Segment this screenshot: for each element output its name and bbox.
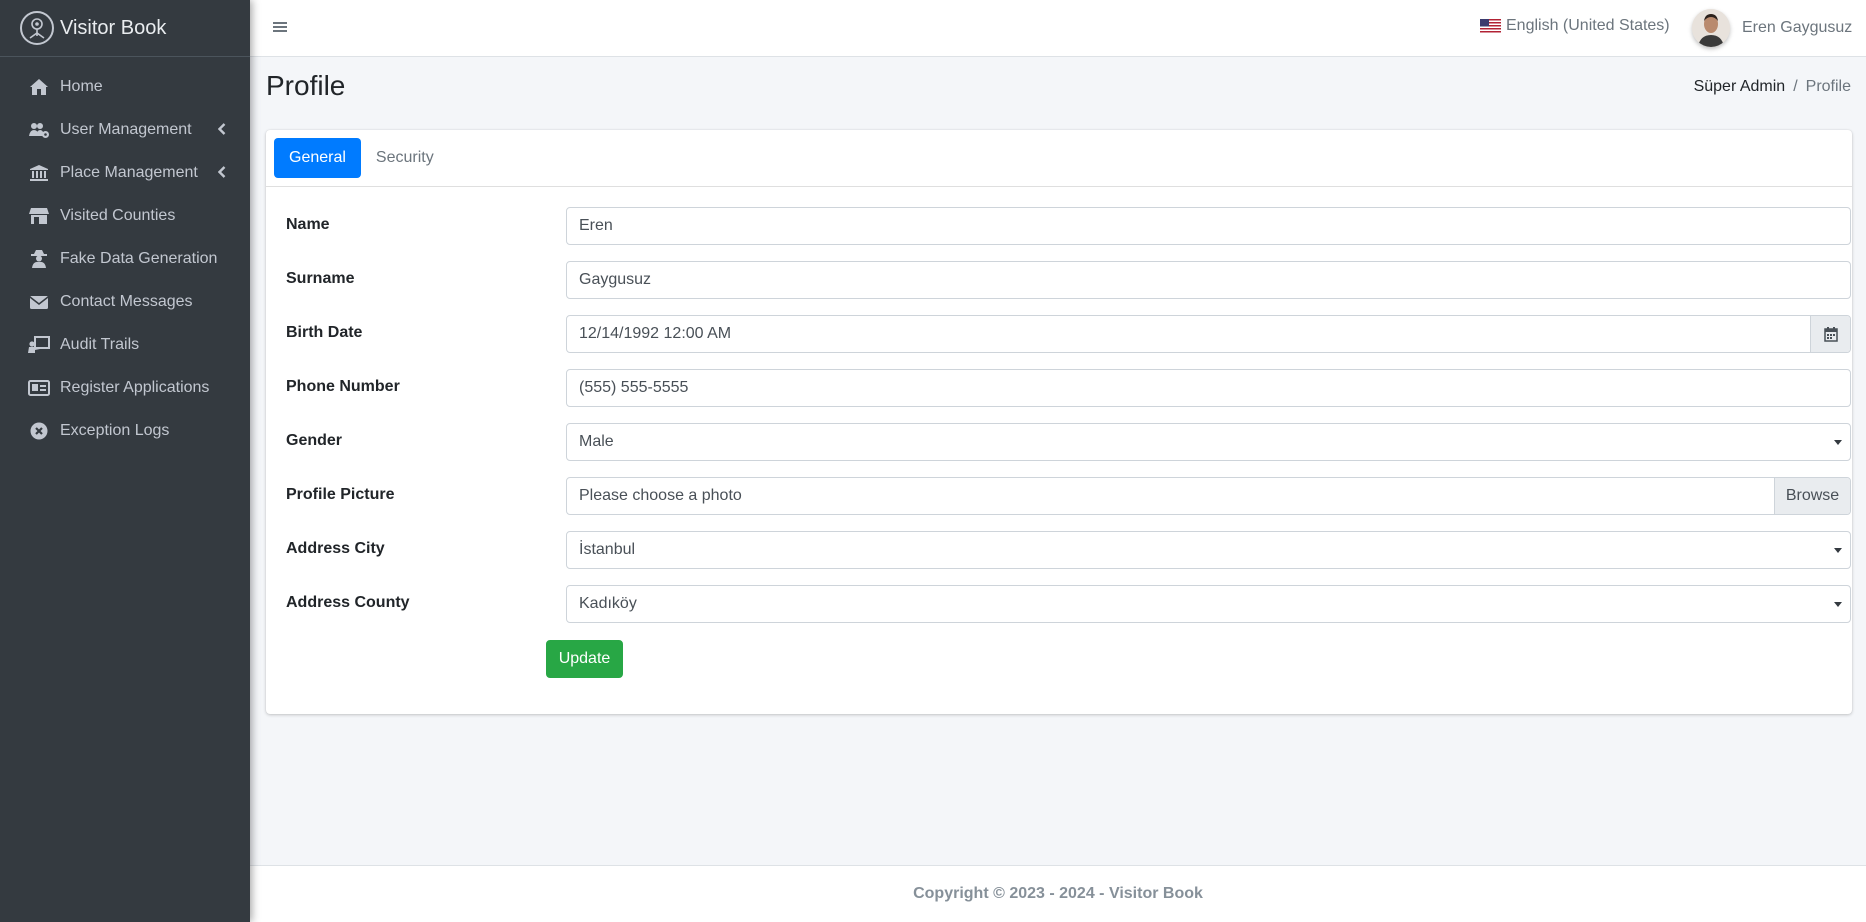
id-card-icon (28, 378, 50, 398)
chevron-left-icon (217, 165, 226, 183)
sidebar-nav: Home User Management Place Management Vi… (0, 57, 250, 452)
brand-name: Visitor Book (60, 16, 167, 39)
gender-row: Gender Male (286, 423, 1851, 461)
caret-down-icon (1834, 439, 1842, 445)
address-city-row: Address City İstanbul (286, 531, 1851, 569)
tab-security[interactable]: Security (361, 138, 449, 178)
name-input[interactable]: Eren (566, 207, 1851, 245)
sidebar-item-label: Audit Trails (60, 335, 140, 353)
brand-link[interactable]: Visitor Book (0, 0, 250, 57)
tab-general[interactable]: General (274, 138, 361, 178)
envelope-icon (28, 292, 50, 312)
gender-label: Gender (286, 432, 343, 449)
phone-row: Phone Number (555) 555-5555 (286, 369, 1851, 407)
sidebar-item-register-applications[interactable]: Register Applications (0, 366, 250, 409)
gender-value: Male (579, 433, 614, 450)
sidebar-item-audit-trails[interactable]: Audit Trails (0, 323, 250, 366)
name-row: Name Eren (286, 207, 1851, 245)
footer: Copyright © 2023 - 2024 - Visitor Book (250, 865, 1866, 922)
address-county-label: Address County (286, 594, 410, 611)
address-city-value: İstanbul (579, 541, 636, 558)
name-value: Eren (579, 217, 613, 234)
chevron-left-icon (217, 122, 226, 140)
caret-down-icon (1834, 547, 1842, 553)
users-cog-icon (28, 120, 50, 140)
profile-picture-placeholder: Please choose a photo (579, 487, 742, 504)
store-icon (28, 206, 50, 226)
browse-button[interactable]: Browse (1774, 478, 1850, 514)
sidebar-item-home[interactable]: Home (0, 65, 250, 108)
address-city-label: Address City (286, 540, 385, 557)
address-city-select[interactable]: İstanbul (566, 531, 1851, 569)
sidebar-item-user-management[interactable]: User Management (0, 108, 250, 151)
times-circle-icon (28, 421, 50, 441)
profile-picture-row: Profile Picture Please choose a photo Br… (286, 477, 1851, 515)
sidebar-item-label: Visited Counties (60, 206, 176, 224)
name-label: Name (286, 216, 330, 233)
sidebar-item-fake-data-generation[interactable]: Fake Data Generation (0, 237, 250, 280)
address-county-select[interactable]: Kadıköy (566, 585, 1851, 623)
breadcrumb-separator: / (1793, 78, 1798, 95)
breadcrumb-parent-link[interactable]: Süper Admin (1694, 78, 1786, 96)
phone-input[interactable]: (555) 555-5555 (566, 369, 1851, 407)
profile-picture-input[interactable]: Please choose a photo Browse (566, 477, 1851, 515)
user-menu[interactable]: Eren Gaygusuz (1692, 9, 1852, 47)
sidebar-item-label: User Management (60, 120, 192, 138)
chalkboard-teacher-icon (28, 335, 50, 355)
birth-date-label: Birth Date (286, 324, 363, 341)
update-button[interactable]: Update (546, 640, 623, 678)
sidebar-item-label: Place Management (60, 163, 198, 181)
language-selector[interactable]: English (United States) (1480, 17, 1670, 35)
birth-date-row: Birth Date 12/14/1992 12:00 AM (286, 315, 1851, 353)
surname-input[interactable]: Gaygusuz (566, 261, 1851, 299)
page-title: Profile (266, 70, 346, 101)
breadcrumb: Süper Admin / Profile (1694, 78, 1851, 96)
sidebar-item-contact-messages[interactable]: Contact Messages (0, 280, 250, 323)
sidebar: Visitor Book Home User Management Place … (0, 0, 250, 922)
avatar (1692, 9, 1730, 47)
gender-select[interactable]: Male (566, 423, 1851, 461)
content-header: Profile Süper Admin / Profile (266, 70, 1851, 102)
profile-card: General Security Name Eren Surname Gaygu… (266, 130, 1852, 714)
top-navbar: English (United States) Eren Gaygusuz (250, 0, 1866, 57)
brand-logo-icon (20, 11, 54, 45)
calendar-icon[interactable] (1810, 316, 1850, 352)
surname-value: Gaygusuz (579, 271, 652, 288)
sidebar-item-label: Exception Logs (60, 421, 170, 439)
sidebar-item-exception-logs[interactable]: Exception Logs (0, 409, 250, 452)
landmark-icon (28, 163, 50, 183)
profile-picture-label: Profile Picture (286, 486, 395, 503)
caret-down-icon (1834, 601, 1842, 607)
birth-date-value: 12/14/1992 12:00 AM (579, 325, 732, 342)
user-name: Eren Gaygusuz (1742, 19, 1853, 36)
profile-tabs: General Security (266, 130, 1852, 187)
sidebar-item-label: Register Applications (60, 378, 210, 396)
copyright-text: Copyright © 2023 - 2024 - Visitor Book (913, 885, 1203, 902)
address-county-value: Kadıköy (579, 595, 637, 612)
hamburger-menu-icon[interactable] (272, 20, 288, 39)
sidebar-item-label: Fake Data Generation (60, 249, 218, 267)
sidebar-item-visited-counties[interactable]: Visited Counties (0, 194, 250, 237)
user-secret-icon (28, 249, 50, 269)
phone-value: (555) 555-5555 (579, 379, 689, 396)
home-icon (28, 77, 50, 97)
language-label: English (United States) (1506, 17, 1670, 34)
sidebar-item-label: Home (60, 77, 103, 95)
surname-row: Surname Gaygusuz (286, 261, 1851, 299)
address-county-row: Address County Kadıköy (286, 585, 1851, 623)
birth-date-input[interactable]: 12/14/1992 12:00 AM (566, 315, 1851, 353)
sidebar-item-place-management[interactable]: Place Management (0, 151, 250, 194)
sidebar-item-label: Contact Messages (60, 292, 193, 310)
us-flag-icon (1480, 18, 1501, 34)
phone-label: Phone Number (286, 378, 400, 395)
surname-label: Surname (286, 270, 355, 287)
breadcrumb-current: Profile (1805, 78, 1851, 95)
